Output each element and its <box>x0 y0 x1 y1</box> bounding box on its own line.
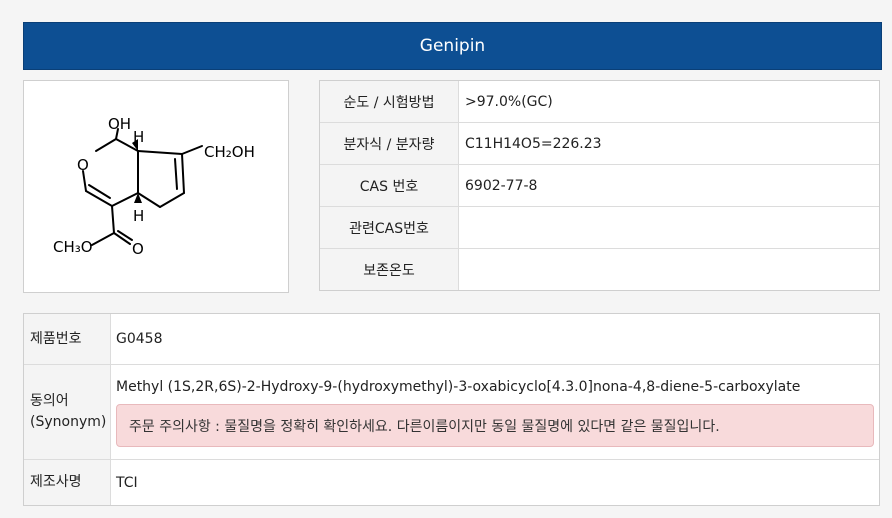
properties-table: 순도 / 시험방법 >97.0%(GC) 분자식 / 분자량 C11H14O5=… <box>319 80 880 291</box>
synonym-label-english: (Synonym) <box>30 414 107 430</box>
synonym-value: Methyl (1S,2R,6S)-2-Hydroxy-9-(hydroxyme… <box>116 379 801 395</box>
property-label: CAS 번호 <box>320 165 459 206</box>
hydrogen-label-top: H <box>133 128 144 146</box>
manufacturer-value: TCI <box>116 474 138 491</box>
hydroxymethyl-label: CH₂OH <box>204 143 255 161</box>
ring-oxygen-label: O <box>77 156 89 174</box>
chemical-structure-image: OH H O CH₂OH H CH₃O O <box>53 115 255 258</box>
property-label: 분자식 / 분자량 <box>320 123 459 164</box>
order-notice-text: 주문 주의사항 : 물질명을 정확히 확인하세요. 다른이름이지만 동일 물질명… <box>129 418 720 435</box>
info-row-manufacturer: 제조사명 TCI <box>24 460 879 505</box>
property-value: >97.0%(GC) <box>465 93 553 110</box>
property-value <box>459 207 879 248</box>
info-row-product-number: 제품번호 G0458 <box>24 314 879 365</box>
product-title-bar: Genipin <box>23 22 882 70</box>
product-info-table: 제품번호 G0458 동의어 (Synonym) Methyl (1S,2R,6… <box>23 313 880 506</box>
info-label: 제품번호 <box>24 314 111 364</box>
property-value: 6902-77-8 <box>465 177 538 194</box>
hydroxyl-label: OH <box>108 115 131 133</box>
synonym-value-cell: Methyl (1S,2R,6S)-2-Hydroxy-9-(hydroxyme… <box>111 365 879 459</box>
property-row-formula: 분자식 / 분자량 C11H14O5=226.23 <box>320 123 879 165</box>
order-notice-alert: 주문 주의사항 : 물질명을 정확히 확인하세요. 다른이름이지만 동일 물질명… <box>116 404 874 447</box>
info-label: 동의어 (Synonym) <box>24 365 111 459</box>
property-row-purity: 순도 / 시험방법 >97.0%(GC) <box>320 81 879 123</box>
property-value <box>459 249 879 290</box>
methoxy-label: CH₃O <box>53 238 93 256</box>
property-row-storage: 보존온도 <box>320 249 879 290</box>
chemical-structure-panel: OH H O CH₂OH H CH₃O O <box>23 80 289 293</box>
property-value: C11H14O5=226.23 <box>465 135 602 152</box>
info-label: 제조사명 <box>24 460 111 505</box>
property-row-cas: CAS 번호 6902-77-8 <box>320 165 879 207</box>
product-number-value: G0458 <box>116 331 163 347</box>
property-label: 순도 / 시험방법 <box>320 81 459 122</box>
property-label: 관련CAS번호 <box>320 207 459 248</box>
hydrogen-label-bottom: H <box>133 207 144 225</box>
synonym-label: 동의어 <box>30 393 69 409</box>
product-title: Genipin <box>419 36 486 56</box>
property-label: 보존온도 <box>320 249 459 290</box>
info-row-synonym: 동의어 (Synonym) Methyl (1S,2R,6S)-2-Hydrox… <box>24 365 879 460</box>
property-row-related-cas: 관련CAS번호 <box>320 207 879 249</box>
carbonyl-oxygen-label: O <box>132 240 144 258</box>
